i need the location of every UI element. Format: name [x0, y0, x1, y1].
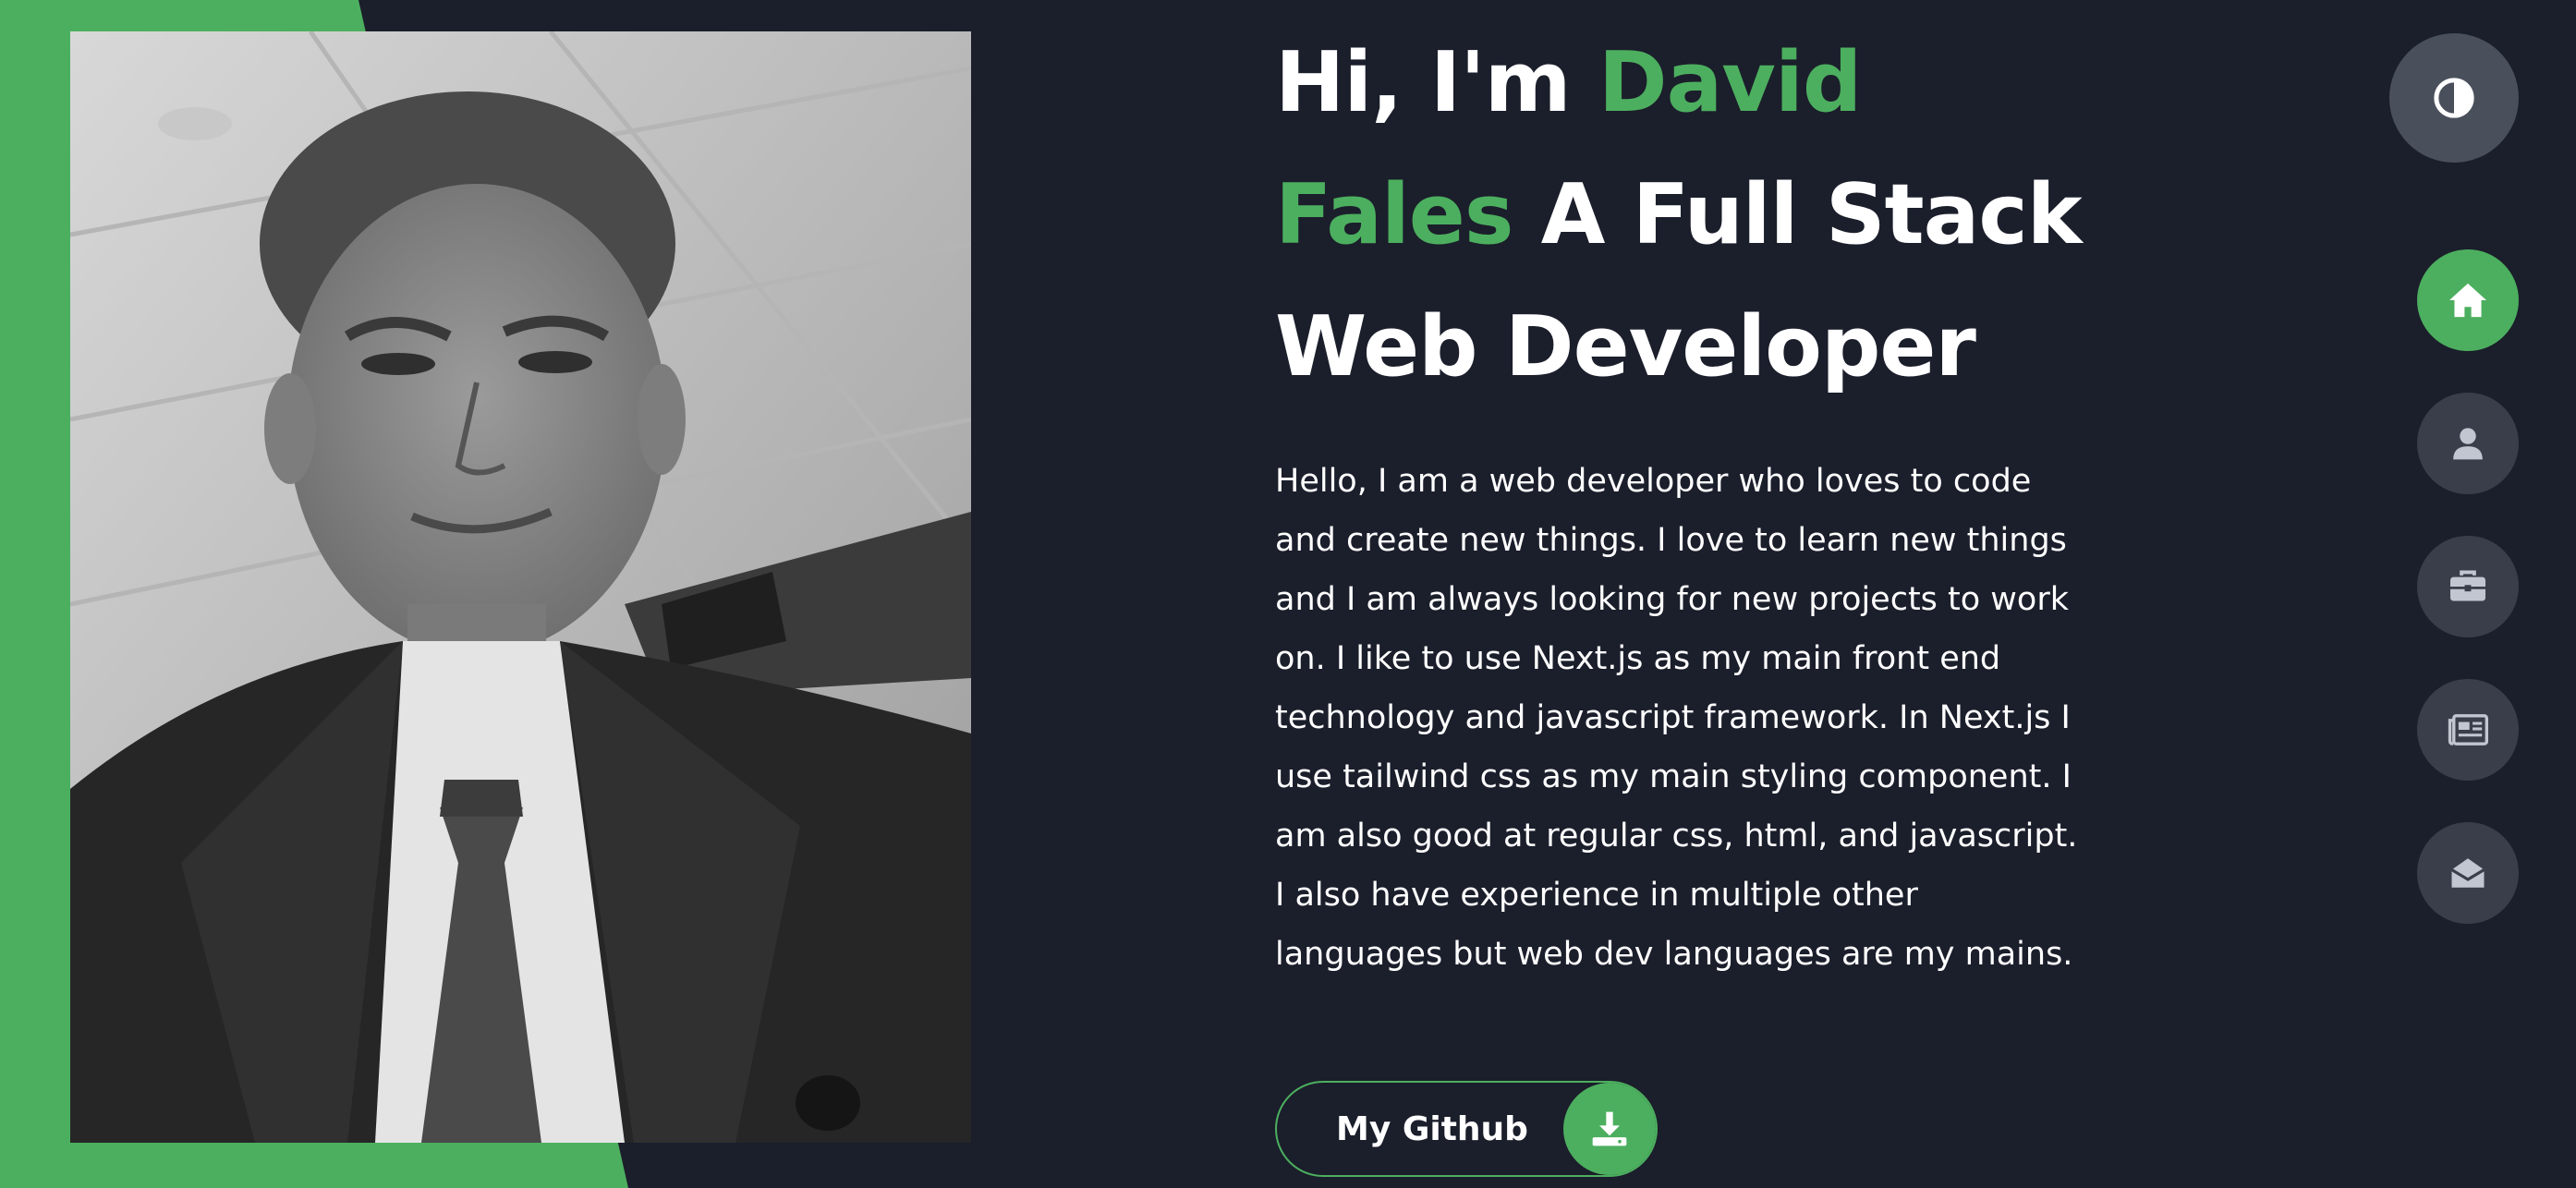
github-button[interactable]: My Github [1275, 1081, 1658, 1177]
hero-greeting: Hi, I'm [1275, 34, 1598, 131]
envelope-open-icon [2448, 854, 2487, 892]
hero-headline: Hi, I'm David Fales A Full Stack Web Dev… [1275, 17, 2088, 413]
github-button-label: My Github [1336, 1109, 1528, 1148]
hero-intro: Hello, I am a web developer who loves to… [1275, 463, 2078, 973]
hero-section: Hi, I'm David Fales A Full Stack Web Dev… [1275, 17, 2088, 984]
download-icon [1563, 1083, 1656, 1175]
theme-toggle-button[interactable] [2389, 33, 2519, 163]
nav-contact-button[interactable] [2417, 822, 2519, 924]
nav-home-button[interactable] [2417, 249, 2519, 351]
nav-portfolio-button[interactable] [2417, 536, 2519, 637]
nav-blog-button[interactable] [2417, 679, 2519, 781]
briefcase-icon [2448, 569, 2487, 604]
profile-photo [70, 31, 971, 1143]
home-icon [2448, 282, 2488, 319]
newspaper-icon [2448, 714, 2488, 746]
user-icon [2450, 425, 2485, 462]
home-page: Hi, I'm David Fales A Full Stack Web Dev… [0, 0, 2576, 1188]
nav-about-button[interactable] [2417, 393, 2519, 494]
contrast-icon [2433, 77, 2475, 119]
